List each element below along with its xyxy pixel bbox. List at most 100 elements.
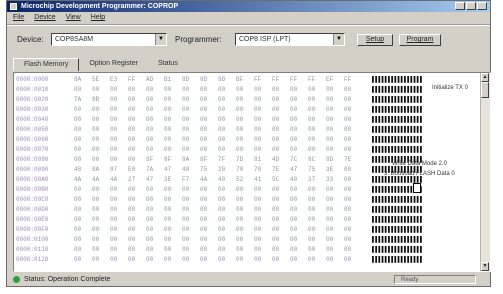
hex-byte[interactable]: 00 <box>308 95 315 105</box>
hex-byte[interactable]: 00 <box>308 135 315 145</box>
hex-byte[interactable]: 00 <box>92 105 99 115</box>
hex-byte[interactable]: 4A <box>74 175 81 185</box>
hex-byte[interactable]: 87 <box>110 165 117 175</box>
hex-byte[interactable]: BF <box>236 75 243 85</box>
hex-byte[interactable]: 8A <box>92 165 99 175</box>
hex-byte[interactable]: 00 <box>146 225 153 235</box>
hex-byte[interactable]: 00 <box>326 105 333 115</box>
hex-byte[interactable]: 00 <box>92 235 99 245</box>
hex-byte[interactable]: 00 <box>344 125 351 135</box>
hex-byte[interactable]: 00 <box>200 185 207 195</box>
hex-byte[interactable]: 47 <box>164 165 171 175</box>
table-row[interactable]: 0000:00F0 00 00 00 00 00 00 00 00 00 00 00 00 00 00 00 0… <box>14 225 490 235</box>
hex-byte[interactable]: 00 <box>236 125 243 135</box>
hex-byte[interactable]: 00 <box>308 115 315 125</box>
hex-byte[interactable]: 4A <box>200 175 207 185</box>
hex-byte[interactable]: 00 <box>236 255 243 265</box>
hex-byte[interactable]: 00 <box>344 105 351 115</box>
hex-byte[interactable]: 00 <box>218 255 225 265</box>
hex-byte[interactable]: 00 <box>146 125 153 135</box>
hex-byte[interactable]: 00 <box>344 85 351 95</box>
hex-byte[interactable]: 00 <box>236 235 243 245</box>
table-row[interactable]: 0000:0000 8A 5E E3 FF AD B1 8D 8D 9D BF FF FF FF FF EF F… <box>14 75 490 85</box>
program-button[interactable]: Program <box>399 34 441 46</box>
hex-byte[interactable]: 8F <box>200 155 207 165</box>
hex-byte[interactable]: 00 <box>272 245 279 255</box>
hex-byte[interactable]: 00 <box>200 125 207 135</box>
table-row[interactable]: 0000:00C0 00 00 00 00 00 00 00 00 00 00 00 00 00 00 00 0… <box>14 195 490 205</box>
hex-byte[interactable]: 00 <box>290 245 297 255</box>
hex-byte[interactable]: 8A <box>182 155 189 165</box>
hex-byte[interactable]: 00 <box>128 155 135 165</box>
hex-byte[interactable]: 00 <box>128 185 135 195</box>
hex-byte[interactable]: 00 <box>182 195 189 205</box>
hex-byte[interactable]: 00 <box>200 135 207 145</box>
hex-byte[interactable]: 00 <box>290 95 297 105</box>
hex-byte[interactable]: 00 <box>290 125 297 135</box>
hex-byte[interactable]: 00 <box>74 105 81 115</box>
hex-byte[interactable]: 00 <box>128 205 135 215</box>
hex-byte[interactable]: 00 <box>164 115 171 125</box>
hex-byte[interactable]: 00 <box>218 235 225 245</box>
hex-byte[interactable]: 00 <box>308 145 315 155</box>
hex-byte[interactable]: 00 <box>164 95 171 105</box>
menu-help[interactable]: Help <box>91 12 105 23</box>
hex-byte[interactable]: 00 <box>92 185 99 195</box>
scroll-thumb[interactable] <box>481 82 489 98</box>
scroll-down-icon[interactable]: ▼ <box>481 262 489 271</box>
setup-button[interactable]: Setup <box>357 34 393 46</box>
hex-byte[interactable]: 00 <box>182 245 189 255</box>
hex-byte[interactable]: 00 <box>128 195 135 205</box>
hex-byte[interactable]: 00 <box>74 185 81 195</box>
hex-byte[interactable]: 00 <box>326 225 333 235</box>
hex-byte[interactable]: 00 <box>74 115 81 125</box>
hex-byte[interactable]: 00 <box>164 215 171 225</box>
hex-byte[interactable]: 00 <box>200 145 207 155</box>
hex-byte[interactable]: 00 <box>110 145 117 155</box>
table-row[interactable]: 0000:0100 00 00 00 00 00 00 00 00 00 00 00 00 00 00 00 0… <box>14 235 490 245</box>
hex-byte[interactable]: 00 <box>272 115 279 125</box>
hex-byte[interactable]: 00 <box>290 225 297 235</box>
hex-byte[interactable]: 00 <box>272 95 279 105</box>
hex-byte[interactable]: 00 <box>236 245 243 255</box>
hex-byte[interactable]: 00 <box>218 105 225 115</box>
hex-byte[interactable]: 8D <box>200 75 207 85</box>
hex-byte[interactable]: 00 <box>110 195 117 205</box>
hex-byte[interactable]: 00 <box>146 205 153 215</box>
hex-byte[interactable]: EF <box>326 75 333 85</box>
hex-byte[interactable]: 00 <box>146 255 153 265</box>
hex-byte[interactable]: 00 <box>326 125 333 135</box>
hex-byte[interactable]: E3 <box>110 75 117 85</box>
hex-byte[interactable]: 00 <box>326 205 333 215</box>
hex-byte[interactable]: 00 <box>290 85 297 95</box>
hex-byte[interactable]: 00 <box>290 215 297 225</box>
hex-byte[interactable]: 00 <box>74 245 81 255</box>
hex-byte[interactable]: 7E <box>272 165 279 175</box>
hex-byte[interactable]: 00 <box>344 165 351 175</box>
hex-byte[interactable]: 00 <box>326 255 333 265</box>
hex-byte[interactable]: 00 <box>146 135 153 145</box>
hex-byte[interactable]: 00 <box>236 95 243 105</box>
hex-byte[interactable]: 00 <box>182 115 189 125</box>
hex-byte[interactable]: 00 <box>200 245 207 255</box>
hex-byte[interactable]: 00 <box>254 105 261 115</box>
hex-byte[interactable]: 7D <box>236 155 243 165</box>
hex-byte[interactable]: FF <box>128 75 135 85</box>
hex-byte[interactable]: 00 <box>290 145 297 155</box>
hex-byte[interactable]: 48 <box>74 165 81 175</box>
hex-byte[interactable]: 00 <box>326 85 333 95</box>
hex-byte[interactable]: 8C <box>308 155 315 165</box>
hex-byte[interactable]: E0 <box>128 165 135 175</box>
hex-byte[interactable]: 00 <box>308 245 315 255</box>
hex-byte[interactable]: 00 <box>200 105 207 115</box>
hex-byte[interactable]: 00 <box>200 205 207 215</box>
hex-byte[interactable]: 00 <box>92 215 99 225</box>
hex-byte[interactable]: 00 <box>182 185 189 195</box>
hex-byte[interactable]: 00 <box>146 185 153 195</box>
hex-byte[interactable]: 00 <box>74 225 81 235</box>
hex-byte[interactable]: 00 <box>308 215 315 225</box>
hex-byte[interactable]: 00 <box>92 205 99 215</box>
hex-byte[interactable]: 8D <box>326 155 333 165</box>
hex-byte[interactable]: 8B <box>92 95 99 105</box>
hex-byte[interactable]: 00 <box>146 95 153 105</box>
